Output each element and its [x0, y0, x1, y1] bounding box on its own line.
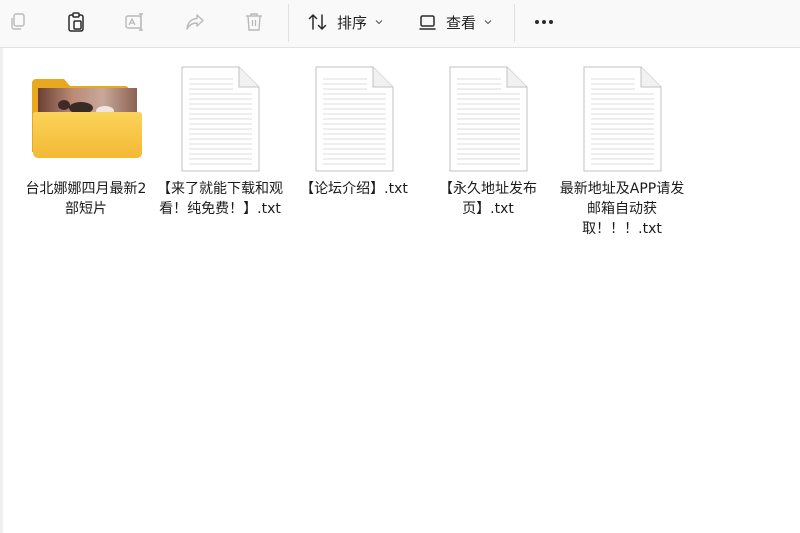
text-file-icon [449, 66, 528, 172]
file-item[interactable]: 【永久地址发布页】.txt [421, 61, 555, 219]
chevron-down-icon [484, 20, 492, 25]
sort-label: 排序 [337, 13, 368, 32]
file-item[interactable]: 【来了就能下载和观看！纯免费！】.txt [153, 61, 287, 219]
file-name: 【来了就能下载和观看！纯免费！】.txt [157, 181, 283, 217]
folder-icon [32, 79, 142, 158]
file-name: 【永久地址发布页】.txt [439, 181, 537, 217]
file-name: 最新地址及APP请发邮箱自动获取！！！.txt [559, 181, 685, 237]
paste-icon[interactable] [65, 11, 87, 33]
sort-icon [308, 14, 327, 30]
file-explorer-window: 排序 查看 台北娜娜四月最新2部短片 【来了就能下载和观看！纯免费！】.txt … [0, 0, 800, 533]
sort-menu-button[interactable]: 排序 [307, 9, 383, 35]
folder-item[interactable]: 台北娜娜四月最新2部短片 [19, 61, 153, 219]
navigation-pane-edge [0, 48, 3, 533]
toolbar-separator [514, 4, 515, 42]
file-name: 【论坛介绍】.txt [300, 181, 408, 197]
share-icon[interactable] [184, 11, 206, 33]
more-icon[interactable] [533, 11, 555, 33]
file-item[interactable]: 最新地址及APP请发邮箱自动获取！！！.txt [555, 61, 689, 239]
chevron-down-icon [375, 20, 383, 25]
command-bar: 排序 查看 [0, 0, 800, 48]
delete-icon[interactable] [243, 11, 265, 33]
view-icon [419, 15, 436, 30]
view-menu-button[interactable]: 查看 [418, 9, 492, 35]
rename-icon[interactable] [124, 11, 146, 33]
text-file-icon [181, 66, 260, 172]
text-file-icon [583, 66, 662, 172]
copy-icon[interactable] [7, 11, 29, 33]
file-item[interactable]: 【论坛介绍】.txt [287, 61, 421, 199]
text-file-icon [315, 66, 394, 172]
file-name: 台北娜娜四月最新2部短片 [25, 181, 147, 217]
view-label: 查看 [446, 13, 477, 32]
toolbar-separator [288, 4, 289, 42]
